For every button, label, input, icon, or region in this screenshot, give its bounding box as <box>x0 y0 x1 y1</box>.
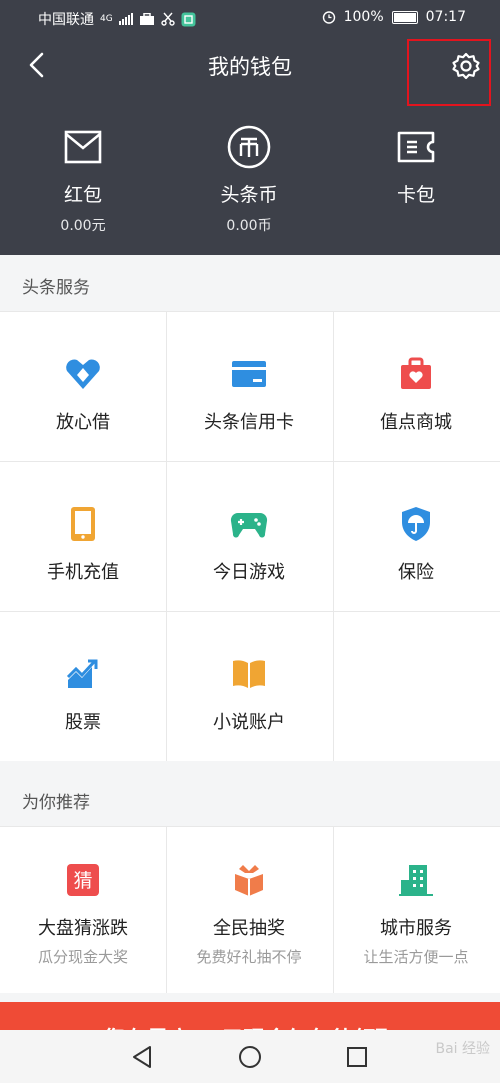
wallet-red-envelope[interactable]: 红包 0.00元 <box>0 124 166 235</box>
clock-time: 07:17 <box>425 9 466 25</box>
service-label: 今日游戏 <box>213 562 285 583</box>
network-label: 4G <box>100 14 113 24</box>
wallet-value: 0.00元 <box>60 218 106 234</box>
recommend-lottery[interactable]: 全民抽奖 免费好礼抽不停 <box>166 860 332 967</box>
service-label: 值点商城 <box>380 412 452 433</box>
signal-icon <box>118 13 133 25</box>
wallet-toutiao-coin[interactable]: 头条币 0.00币 <box>166 124 332 235</box>
envelope-icon <box>64 130 102 164</box>
service-label: 放心借 <box>56 412 110 433</box>
watermark-logo: Bai 经验 <box>435 1041 490 1057</box>
recommend-guess-market[interactable]: 猜 大盘猜涨跌 瓜分现金大奖 <box>0 860 166 967</box>
service-label: 头条信用卡 <box>204 412 294 433</box>
phone-icon <box>71 507 95 541</box>
service-games[interactable]: 今日游戏 <box>166 504 332 584</box>
promo-banner[interactable]: 您有最高88元现金红包待领取 <box>0 1002 500 1032</box>
umbrella-shield-icon <box>402 507 430 541</box>
carrier-label: 中国联通 <box>38 12 94 28</box>
stock-chart-icon <box>66 659 98 688</box>
scissors-icon <box>161 12 175 26</box>
nav-recent-apps-icon[interactable] <box>344 1044 370 1070</box>
recommend-subtitle: 瓜分现金大奖 <box>37 948 128 966</box>
alarm-icon <box>322 11 335 24</box>
service-label: 保险 <box>398 562 434 583</box>
wallet-value: 0.00币 <box>226 218 272 234</box>
recommend-grid: 猜 大盘猜涨跌 瓜分现金大奖 全民抽奖 免费好礼抽不停 城市服务 让生活方便一点 <box>0 826 500 993</box>
guess-icon: 猜 <box>67 864 99 896</box>
svg-text:猜: 猜 <box>73 870 92 892</box>
briefcase-icon <box>139 12 154 25</box>
credit-card-icon <box>232 361 266 387</box>
services-grid: 放心借 头条信用卡 值点商城 手机充值 今日游戏 保险 股票 小说账户 <box>0 311 500 761</box>
settings-highlight-frame <box>407 39 491 106</box>
section-title-services: 头条服务 <box>22 278 90 298</box>
ticket-icon <box>397 131 435 163</box>
coin-icon <box>227 125 271 169</box>
nav-home-icon[interactable] <box>237 1044 263 1070</box>
service-label: 小说账户 <box>213 712 285 733</box>
shopping-bag-icon <box>401 357 431 389</box>
loan-icon <box>66 359 100 389</box>
recommend-label: 全民抽奖 <box>213 918 285 939</box>
service-stocks[interactable]: 股票 <box>0 654 166 734</box>
recommend-subtitle: 免费好礼抽不停 <box>196 948 302 966</box>
app-notification-icon <box>181 12 196 26</box>
battery-icon <box>391 10 418 24</box>
service-loan[interactable]: 放心借 <box>0 354 166 434</box>
nav-back-icon[interactable] <box>130 1044 156 1070</box>
service-label: 手机充值 <box>47 562 119 583</box>
book-icon <box>233 660 265 688</box>
wallet-header: 中国联通 4G 100% 07:17 我的钱包 红包 0.00元 头条币 0.0… <box>0 0 500 255</box>
section-title-recommend: 为你推荐 <box>22 793 90 813</box>
wallet-label: 头条币 <box>220 184 278 206</box>
wallet-label: 卡包 <box>396 184 435 206</box>
recommend-label: 大盘猜涨跌 <box>38 918 128 939</box>
service-credit-card[interactable]: 头条信用卡 <box>166 354 332 434</box>
gift-box-icon <box>235 865 263 896</box>
system-navigation-bar <box>0 1030 500 1083</box>
service-insurance[interactable]: 保险 <box>333 504 499 584</box>
service-phone-topup[interactable]: 手机充值 <box>0 504 166 584</box>
recommend-subtitle: 让生活方便一点 <box>363 948 469 966</box>
wallet-card-pack[interactable]: 卡包 <box>333 124 499 215</box>
city-building-icon <box>399 865 433 896</box>
recommend-label: 城市服务 <box>380 918 452 939</box>
wallet-label: 红包 <box>63 184 102 206</box>
status-bar: 中国联通 4G 100% 07:17 <box>0 0 500 36</box>
service-label: 股票 <box>65 712 101 733</box>
gamepad-icon <box>230 512 268 538</box>
recommend-city-services[interactable]: 城市服务 让生活方便一点 <box>333 860 499 967</box>
service-mall[interactable]: 值点商城 <box>333 354 499 434</box>
battery-percent: 100% <box>343 9 384 25</box>
service-novel-account[interactable]: 小说账户 <box>166 654 332 734</box>
